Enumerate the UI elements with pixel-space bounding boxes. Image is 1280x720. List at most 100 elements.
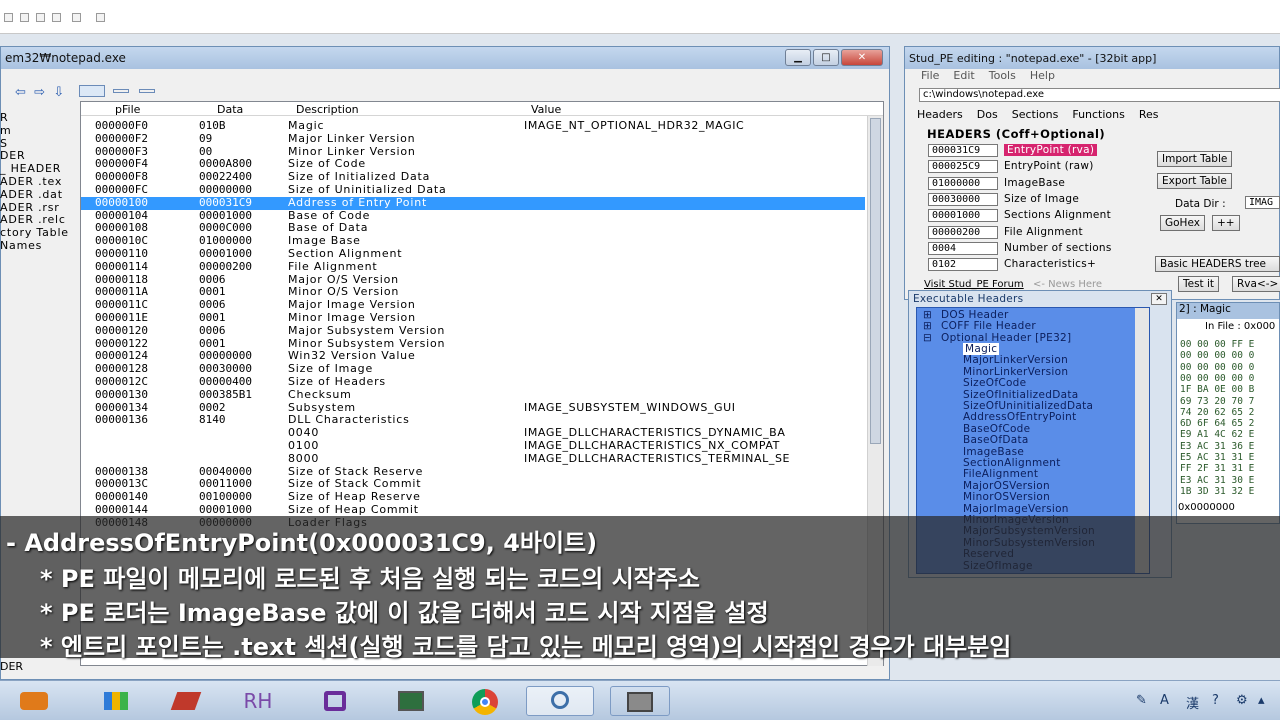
scroll-thumb[interactable] <box>870 118 881 444</box>
test-it-button[interactable]: Test it <box>1178 276 1220 292</box>
basic-headers-tree-button[interactable]: Basic HEADERS tree <box>1155 256 1280 272</box>
tab[interactable]: Res <box>1139 108 1159 121</box>
tree-child[interactable]: SizeOfCode <box>963 377 1026 389</box>
tab[interactable]: Functions <box>1072 108 1125 121</box>
expand-icon[interactable]: ⊞ <box>923 320 932 332</box>
col-pfile[interactable]: pFile <box>115 103 140 116</box>
header-value[interactable]: 00001000 <box>928 209 998 223</box>
visual-studio-icon[interactable] <box>308 686 360 716</box>
table-row[interactable]: 0000012C 00000400 Size of Headers <box>81 375 865 389</box>
col-description[interactable]: Description <box>296 103 359 116</box>
header-value[interactable]: 01000000 <box>928 176 998 190</box>
header-value[interactable]: 000031C9 <box>928 144 998 157</box>
tree-child[interactable]: Magic <box>963 343 1000 355</box>
stud-pe-titlebar[interactable]: Stud_PE editing : "notepad.exe" - [32bit… <box>905 47 1279 69</box>
tree-child[interactable]: SizeOfUninitializedData <box>963 400 1093 412</box>
tree-child[interactable]: FileAlignment <box>963 468 1038 480</box>
tree-child[interactable]: MajorOSVersion <box>963 480 1050 492</box>
tree-child[interactable]: BaseOfData <box>963 434 1029 446</box>
tab[interactable]: Headers <box>917 108 963 121</box>
path-field[interactable]: c:\windows\notepad.exe <box>919 88 1280 102</box>
table-row[interactable]: 8000 IMAGE_DLLCHARACTERISTICS_TERMINAL_SE <box>81 452 865 466</box>
toolbar-icon[interactable] <box>20 13 29 22</box>
menu-item[interactable]: File <box>921 69 939 82</box>
view-toggle[interactable] <box>113 89 129 93</box>
settings-icon[interactable]: ⚙ <box>1236 693 1248 708</box>
chart-app-icon[interactable] <box>90 686 142 716</box>
table-row[interactable]: 000000F2 09 Major Linker Version <box>81 132 865 146</box>
table-row[interactable]: 00000120 0006 Major Subsystem Version <box>81 324 865 338</box>
toolbar-icon[interactable] <box>52 13 61 22</box>
gohex-button[interactable]: GoHex <box>1160 215 1205 231</box>
table-row[interactable]: 0000011E 0001 Minor Image Version <box>81 311 865 325</box>
table-row[interactable]: 0100 IMAGE_DLLCHARACTERISTICS_NX_COMPAT <box>81 439 865 453</box>
tree-node[interactable]: DOS Header <box>941 309 1009 321</box>
toolbar-nav-icons[interactable]: ⇦ ⇨ ⇩ <box>15 85 64 100</box>
table-row[interactable]: 000000FC 00000000 Size of Uninitialized Da… <box>81 183 865 197</box>
pe-viewer-titlebar[interactable]: em32₩notepad.exe ▁ □ ✕ <box>1 47 889 69</box>
toolbar-icon[interactable] <box>72 13 81 22</box>
tree-node[interactable]: Optional Header [PE32] <box>941 332 1071 344</box>
import-table-button[interactable]: Import Table <box>1157 151 1233 167</box>
header-value[interactable]: 0004 <box>928 241 998 255</box>
view-toggle[interactable] <box>139 89 155 93</box>
tree-child[interactable]: MajorLinkerVersion <box>963 354 1068 366</box>
table-row[interactable]: 00000114 00000200 File Alignment <box>81 260 865 274</box>
tab[interactable]: Dos <box>977 108 998 121</box>
help-icon[interactable]: ? <box>1212 693 1219 708</box>
tree-child[interactable]: ImageBase <box>963 446 1024 458</box>
menu-item[interactable]: Help <box>1030 69 1055 82</box>
col-data[interactable]: Data <box>217 103 243 116</box>
menu-item[interactable]: Edit <box>953 69 974 82</box>
tree-child[interactable]: SizeOfInitializedData <box>963 389 1079 401</box>
ime-icon[interactable]: ✎ <box>1136 693 1147 708</box>
tree-child[interactable]: MinorOSVersion <box>963 491 1050 503</box>
monitor-app-icon[interactable] <box>384 686 436 716</box>
plusplus-button[interactable]: ++ <box>1212 215 1240 231</box>
expand-icon[interactable]: ⊞ <box>923 309 932 321</box>
install-app-icon[interactable] <box>160 686 212 716</box>
tab[interactable]: Sections <box>1012 108 1059 121</box>
stud-pe-taskbar-icon[interactable] <box>610 686 670 716</box>
export-table-button[interactable]: Export Table <box>1157 173 1232 189</box>
robohelp-icon[interactable]: RH <box>232 686 284 716</box>
magnifier-icon[interactable] <box>526 686 594 716</box>
header-tree[interactable]: Rm S DER _ HEADER ADER .tex ADER .dat ADER .rs… <box>0 111 78 253</box>
tree-item[interactable]: Names <box>0 239 78 253</box>
table-row[interactable]: 00000100 000031C9 Address of Entry Point <box>81 196 865 210</box>
media-player-icon[interactable] <box>8 686 60 716</box>
header-value[interactable]: 0102 <box>928 258 998 272</box>
toolbar-icon[interactable] <box>96 13 105 22</box>
expand-icon[interactable]: ⊟ <box>923 332 932 344</box>
header-value[interactable]: 000025C9 <box>928 160 998 174</box>
tree-item[interactable]: ADER .tex <box>0 175 78 189</box>
header-value[interactable]: 00030000 <box>928 192 998 206</box>
close-button[interactable]: ✕ <box>841 49 883 66</box>
tree-child[interactable]: AddressOfEntryPoint <box>963 411 1076 423</box>
header-value[interactable]: 00000200 <box>928 225 998 239</box>
tree-child[interactable]: MajorImageVersion <box>963 503 1069 515</box>
table-row[interactable]: 00000144 00001000 Size of Heap Commit <box>81 503 865 517</box>
toolbar-icon[interactable] <box>36 13 45 22</box>
table-row[interactable]: 00000130 000385B1 Checksum <box>81 388 865 402</box>
menu-item[interactable]: Tools <box>989 69 1016 82</box>
close-icon[interactable]: ✕ <box>1151 293 1167 305</box>
maximize-button[interactable]: □ <box>813 49 839 66</box>
chrome-icon[interactable] <box>460 686 512 716</box>
toolbar-icon[interactable] <box>4 13 13 22</box>
tree-child[interactable]: SectionAlignment <box>963 457 1061 469</box>
visit-forum-link[interactable]: Visit Stud_PE Forum <box>924 279 1024 290</box>
minimize-button[interactable]: ▁ <box>785 49 811 66</box>
tree-item[interactable]: m <box>0 124 78 138</box>
view-toggle[interactable] <box>79 85 105 97</box>
hanja-toggle[interactable]: 漢 <box>1186 693 1199 712</box>
table-row[interactable]: 000000F0 010B Magic IMAGE_NT_OPTIONAL_HDR32… <box>81 119 865 133</box>
col-value[interactable]: Value <box>531 103 561 116</box>
tree-item[interactable]: R <box>0 111 78 125</box>
tree-child[interactable]: BaseOfCode <box>963 423 1030 435</box>
news-link[interactable]: <- News Here <box>1033 279 1102 290</box>
tree-child[interactable]: MinorLinkerVersion <box>963 366 1068 378</box>
table-row[interactable]: 00000110 00001000 Section Alignment <box>81 247 865 261</box>
rva-button[interactable]: Rva<-> <box>1232 276 1280 292</box>
expand-icon[interactable]: ▴ <box>1258 693 1265 708</box>
